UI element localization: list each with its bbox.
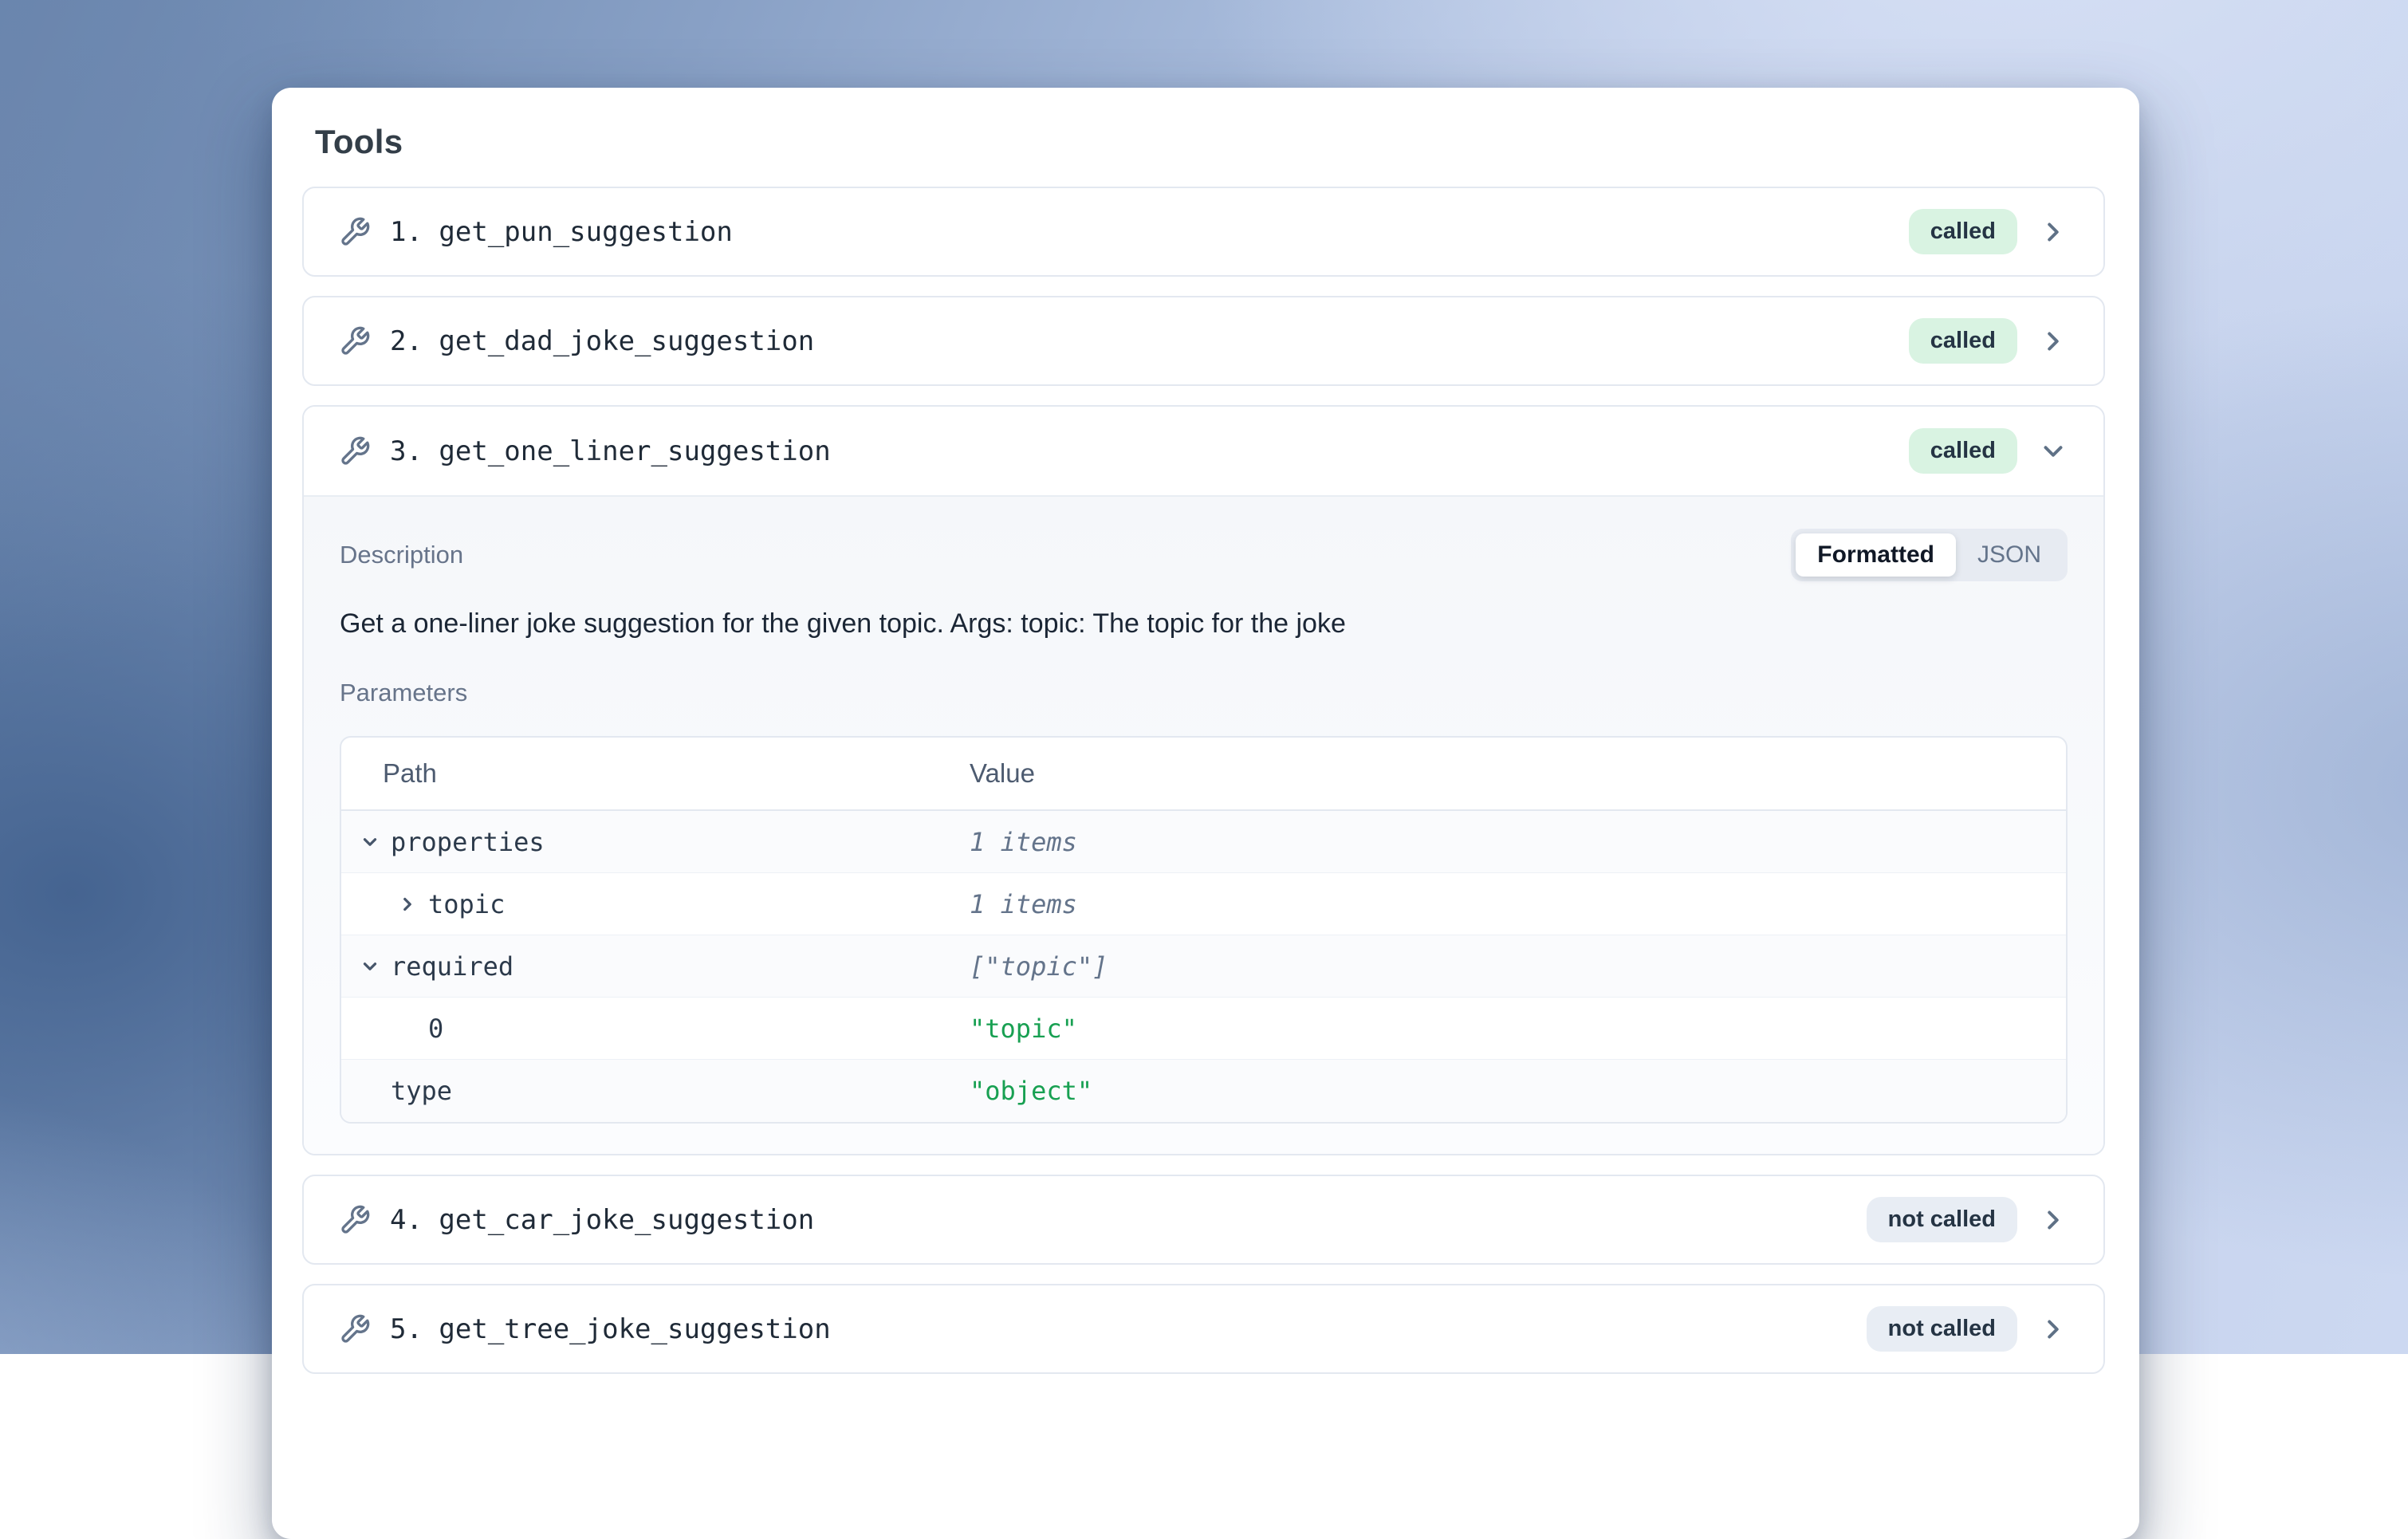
tool-detail-panel: Description Formatted JSON Get a one-lin…: [304, 495, 2103, 1154]
description-text: Get a one-liner joke suggestion for the …: [340, 605, 2068, 642]
tool-card-expanded: 3. get_one_liner_suggestion called Descri…: [302, 405, 2105, 1155]
path-cell: 0: [341, 1014, 970, 1044]
value-column-header: Value: [970, 758, 2066, 789]
parameters-table-row: topic 1 items: [341, 873, 2066, 935]
path-cell: type: [341, 1076, 970, 1106]
tab-formatted[interactable]: Formatted: [1796, 533, 1956, 577]
chevron-right-icon: [2038, 326, 2068, 356]
tool-name: 5. get_tree_joke_suggestion: [390, 1313, 831, 1345]
tool-name: 4. get_car_joke_suggestion: [390, 1204, 814, 1236]
parameters-table-row: type "object": [341, 1060, 2066, 1122]
value-cell: 1 items: [970, 889, 2066, 919]
path-key: required: [391, 951, 513, 982]
tool-name: 3. get_one_liner_suggestion: [390, 435, 831, 467]
chevron-right-icon[interactable]: [397, 894, 418, 915]
parameters-table-row: required ["topic"]: [341, 935, 2066, 998]
tool-name: 2. get_dad_joke_suggestion: [390, 325, 814, 357]
wrench-icon: [339, 1204, 371, 1236]
chevron-right-icon: [2038, 1314, 2068, 1344]
parameters-table-row: properties 1 items: [341, 811, 2066, 873]
tool-item: 4. get_car_joke_suggestion not called: [302, 1175, 2105, 1265]
status-badge: not called: [1867, 1197, 2017, 1242]
tool-row[interactable]: 4. get_car_joke_suggestion not called: [302, 1175, 2105, 1265]
parameters-label: Parameters: [340, 679, 2068, 707]
panel-title: Tools: [315, 123, 2105, 161]
path-cell[interactable]: required: [341, 951, 970, 982]
path-key: 0: [428, 1014, 443, 1044]
parameters-table-header: Path Value: [341, 738, 2066, 811]
wrench-icon: [339, 435, 371, 467]
value-cell: 1 items: [970, 827, 2066, 857]
tool-row[interactable]: 1. get_pun_suggestion called: [302, 187, 2105, 277]
path-column-header: Path: [341, 758, 970, 789]
format-toggle: Formatted JSON: [1791, 529, 2068, 581]
chevron-right-icon: [2038, 1205, 2068, 1235]
status-badge: called: [1909, 318, 2017, 364]
tool-row[interactable]: 3. get_one_liner_suggestion called: [304, 407, 2103, 495]
parameters-table: Path Value properties 1 items topic 1 items…: [340, 736, 2068, 1124]
tool-item: 2. get_dad_joke_suggestion called: [302, 296, 2105, 386]
tool-list: 1. get_pun_suggestioncalled2. get_dad_jo…: [302, 187, 2105, 1374]
tool-item: 5. get_tree_joke_suggestion not called: [302, 1284, 2105, 1374]
value-cell: ["topic"]: [970, 951, 2066, 982]
status-badge: called: [1909, 209, 2017, 254]
path-key: topic: [428, 889, 505, 919]
path-cell[interactable]: properties: [341, 827, 970, 857]
tool-item: 1. get_pun_suggestion called: [302, 187, 2105, 277]
tab-json[interactable]: JSON: [1956, 533, 2063, 577]
path-key: properties: [391, 827, 545, 857]
path-cell[interactable]: topic: [341, 889, 970, 919]
parameters-table-row: 0 "topic": [341, 998, 2066, 1060]
tool-row[interactable]: 2. get_dad_joke_suggestion called: [302, 296, 2105, 386]
wrench-icon: [339, 216, 371, 248]
parameters-table-rows: properties 1 items topic 1 items required ["t…: [341, 811, 2066, 1122]
value-cell: "object": [970, 1076, 2066, 1106]
chevron-down-icon[interactable]: [360, 832, 380, 852]
path-key: type: [391, 1076, 452, 1106]
status-badge: not called: [1867, 1306, 2017, 1352]
description-label: Description: [340, 541, 463, 569]
chevron-right-icon: [2038, 217, 2068, 247]
wrench-icon: [339, 325, 371, 357]
wrench-icon: [339, 1313, 371, 1345]
tool-row[interactable]: 5. get_tree_joke_suggestion not called: [302, 1284, 2105, 1374]
chevron-down-icon: [2038, 436, 2068, 466]
tools-panel: Tools 1. get_pun_suggestioncalled2. get_…: [272, 88, 2139, 1539]
tool-name: 1. get_pun_suggestion: [390, 216, 733, 248]
value-cell: "topic": [970, 1014, 2066, 1044]
chevron-down-icon[interactable]: [360, 956, 380, 977]
status-badge: called: [1909, 428, 2017, 474]
